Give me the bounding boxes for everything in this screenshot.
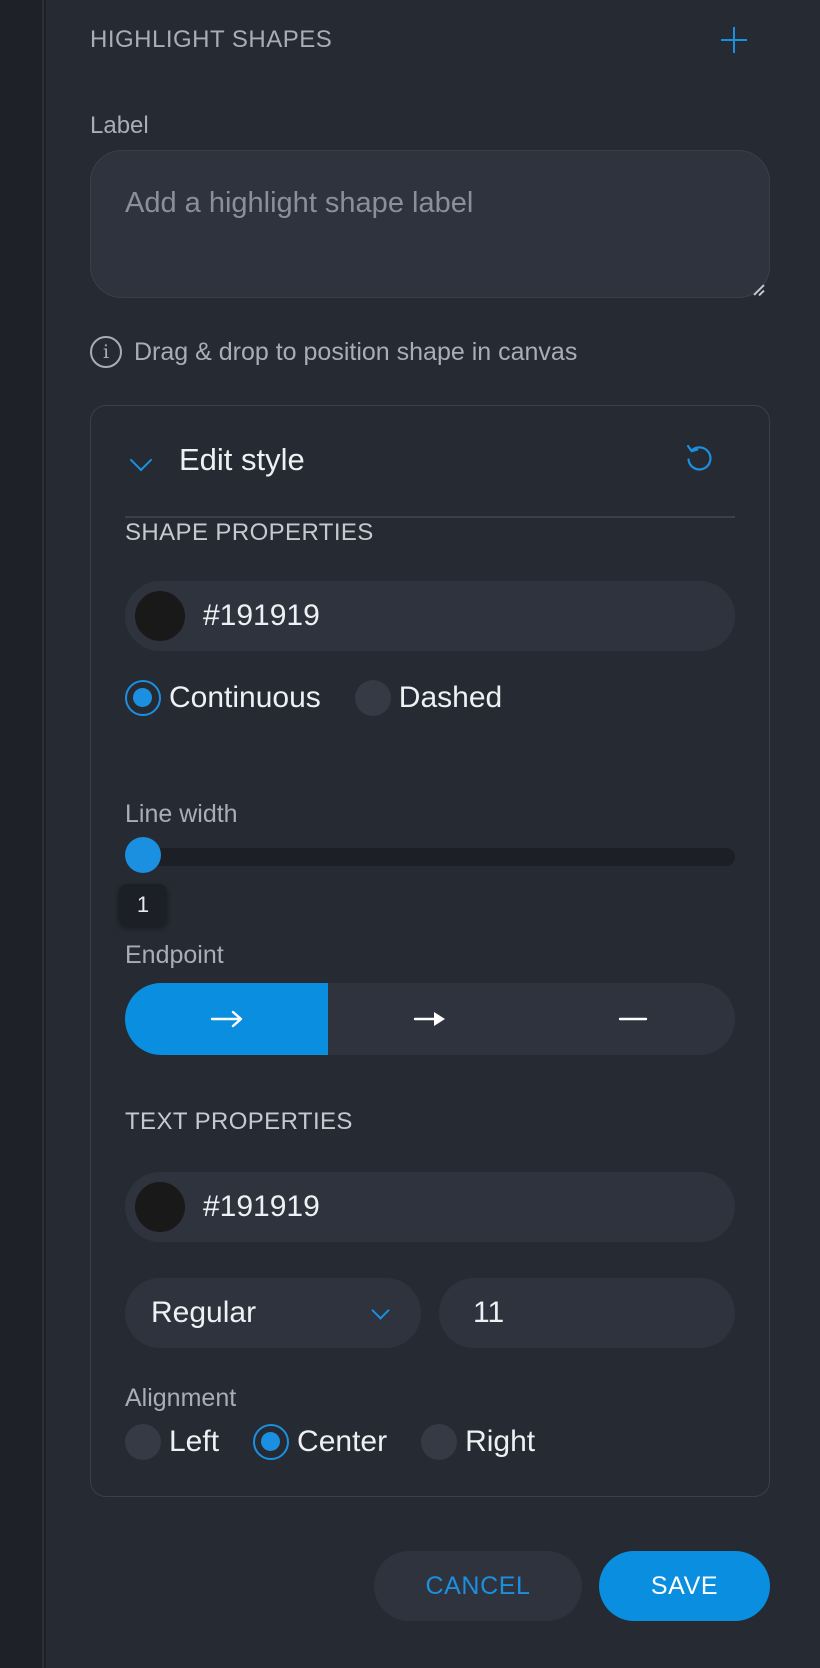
endpoint-arrow-filled[interactable] xyxy=(328,983,531,1055)
drag-hint: i Drag & drop to position shape in canva… xyxy=(90,336,577,368)
label-field-label: Label xyxy=(90,112,149,139)
shape-color-field[interactable]: #191919 xyxy=(125,581,735,651)
shape-color-swatch[interactable] xyxy=(135,591,185,641)
card-divider xyxy=(125,516,735,518)
line-style-group: Continuous Dashed xyxy=(125,680,536,716)
drag-hint-text: Drag & drop to position shape in canvas xyxy=(134,337,578,366)
radio-continuous-label: Continuous xyxy=(169,681,321,714)
radio-align-right-dot[interactable] xyxy=(421,1424,458,1460)
edit-style-card: Edit style SHAPE PROPERTIES #191919 Cont… xyxy=(90,405,770,1497)
font-size-input[interactable] xyxy=(439,1278,735,1348)
radio-align-right-label: Right xyxy=(465,1425,536,1458)
arrow-filled-icon xyxy=(413,1012,445,1026)
radio-continuous-dot[interactable] xyxy=(125,680,161,716)
radio-dashed-label: Dashed xyxy=(398,681,503,714)
radio-align-left-dot[interactable] xyxy=(125,1424,161,1460)
radio-align-center-label: Center xyxy=(297,1425,388,1458)
radio-align-center[interactable]: Center xyxy=(253,1424,387,1460)
radio-align-left-label: Left xyxy=(169,1425,220,1458)
radio-align-right[interactable]: Right xyxy=(421,1424,535,1460)
radio-dashed[interactable]: Dashed xyxy=(354,680,503,716)
label-textarea[interactable] xyxy=(90,150,770,298)
endpoint-none[interactable] xyxy=(532,983,735,1055)
reset-icon[interactable] xyxy=(683,442,715,474)
edit-style-toggle[interactable]: Edit style xyxy=(91,406,769,516)
radio-align-left[interactable]: Left xyxy=(125,1424,219,1460)
alignment-label: Alignment xyxy=(125,1384,237,1412)
endpoint-arrow-open[interactable] xyxy=(125,983,329,1055)
cancel-button[interactable]: CANCEL xyxy=(374,1551,582,1621)
line-width-value: 1 xyxy=(119,884,167,926)
line-width-slider-thumb[interactable] xyxy=(125,837,161,873)
line-none-icon xyxy=(619,1017,648,1021)
shape-properties-title: SHAPE PROPERTIES xyxy=(125,519,374,546)
text-color-field[interactable]: #191919 xyxy=(125,1172,735,1242)
endpoint-label: Endpoint xyxy=(125,941,224,969)
save-button[interactable]: SAVE xyxy=(599,1551,770,1621)
radio-continuous[interactable]: Continuous xyxy=(125,680,321,716)
text-properties-title: TEXT PROPERTIES xyxy=(125,1108,353,1135)
info-icon: i xyxy=(90,336,122,368)
font-weight-select[interactable]: Regular xyxy=(125,1278,421,1348)
text-color-swatch[interactable] xyxy=(135,1182,185,1232)
radio-align-center-dot[interactable] xyxy=(253,1424,290,1460)
chevron-down-icon xyxy=(129,448,153,472)
line-width-slider[interactable] xyxy=(125,848,735,866)
left-rail xyxy=(0,0,44,1668)
chevron-down-icon xyxy=(371,1300,390,1320)
line-width-label: Line width xyxy=(125,800,238,828)
text-color-value: #191919 xyxy=(203,1190,320,1223)
shape-color-value: #191919 xyxy=(203,599,320,632)
arrow-open-icon xyxy=(210,1010,242,1028)
font-weight-value: Regular xyxy=(151,1296,257,1329)
resize-grip-icon[interactable] xyxy=(752,282,766,296)
section-title: HIGHLIGHT SHAPES xyxy=(90,26,333,53)
plus-icon[interactable] xyxy=(720,26,748,54)
endpoint-selector xyxy=(125,983,735,1055)
edit-style-title: Edit style xyxy=(179,442,305,477)
radio-dashed-dot[interactable] xyxy=(354,680,391,716)
alignment-group: Left Center Right xyxy=(125,1424,569,1460)
